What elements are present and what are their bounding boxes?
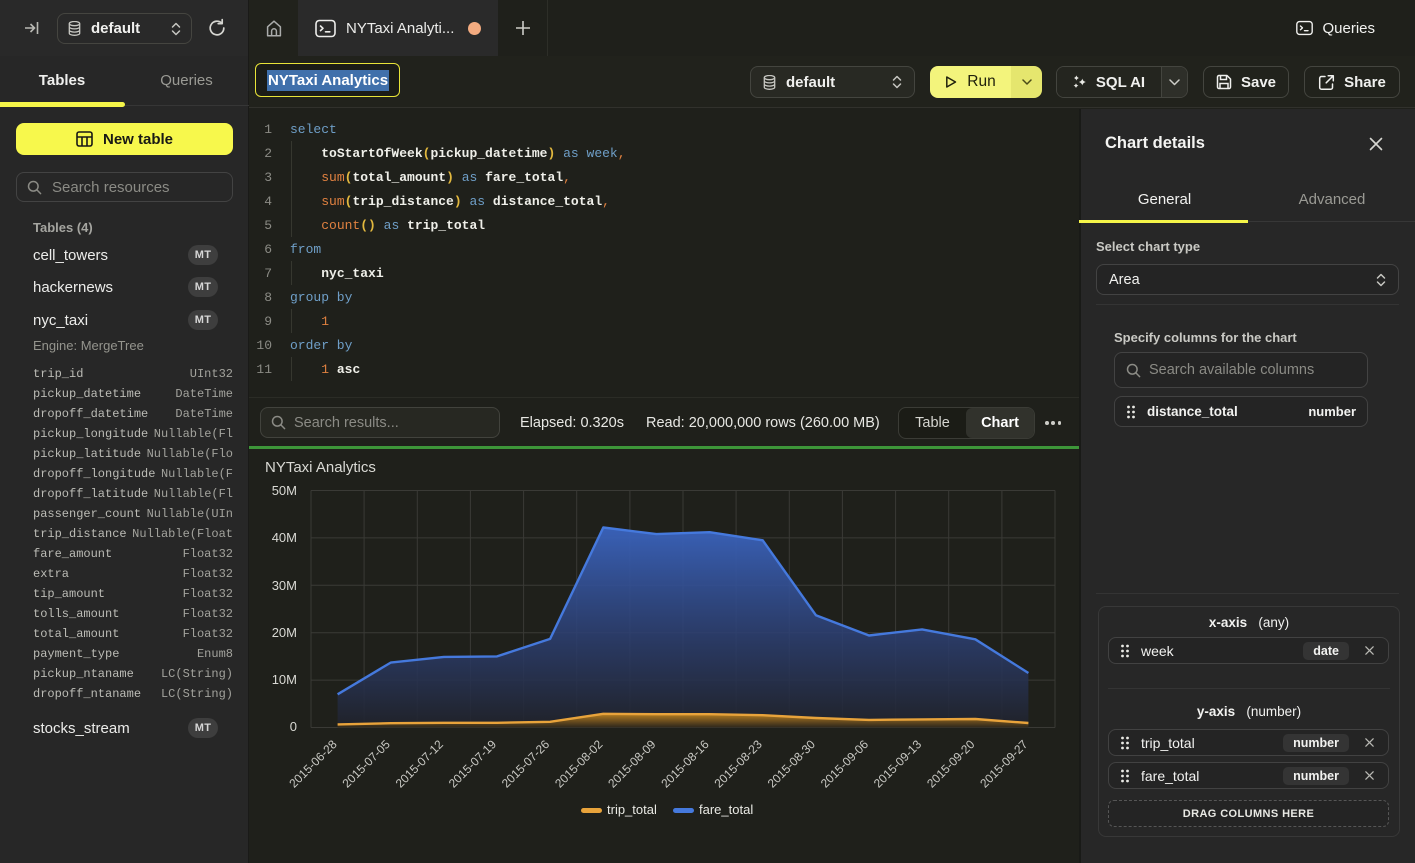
svg-text:10M: 10M bbox=[272, 672, 297, 687]
svg-text:NYTaxi Analytics: NYTaxi Analytics bbox=[265, 459, 376, 476]
svg-text:2015-08-30: 2015-08-30 bbox=[765, 737, 819, 791]
svg-text:20M: 20M bbox=[272, 625, 297, 640]
svg-text:0: 0 bbox=[290, 719, 297, 734]
svg-text:40M: 40M bbox=[272, 530, 297, 545]
svg-text:2015-08-23: 2015-08-23 bbox=[712, 737, 766, 791]
svg-text:2015-07-26: 2015-07-26 bbox=[499, 737, 553, 791]
svg-text:2015-08-02: 2015-08-02 bbox=[552, 737, 606, 791]
svg-text:50M: 50M bbox=[272, 483, 297, 498]
svg-text:2015-09-06: 2015-09-06 bbox=[818, 737, 872, 791]
svg-text:2015-09-20: 2015-09-20 bbox=[924, 737, 978, 791]
svg-text:2015-08-09: 2015-08-09 bbox=[605, 737, 659, 791]
svg-text:2015-07-05: 2015-07-05 bbox=[340, 737, 394, 791]
svg-text:fare_total: fare_total bbox=[699, 802, 753, 817]
svg-text:2015-06-28: 2015-06-28 bbox=[286, 737, 340, 791]
svg-text:2015-09-13: 2015-09-13 bbox=[871, 737, 925, 791]
svg-text:trip_total: trip_total bbox=[607, 802, 657, 817]
svg-text:2015-07-12: 2015-07-12 bbox=[393, 737, 447, 791]
svg-text:2015-09-27: 2015-09-27 bbox=[977, 737, 1031, 791]
svg-text:2015-08-16: 2015-08-16 bbox=[658, 737, 712, 791]
svg-text:30M: 30M bbox=[272, 578, 297, 593]
svg-text:2015-07-19: 2015-07-19 bbox=[446, 737, 500, 791]
